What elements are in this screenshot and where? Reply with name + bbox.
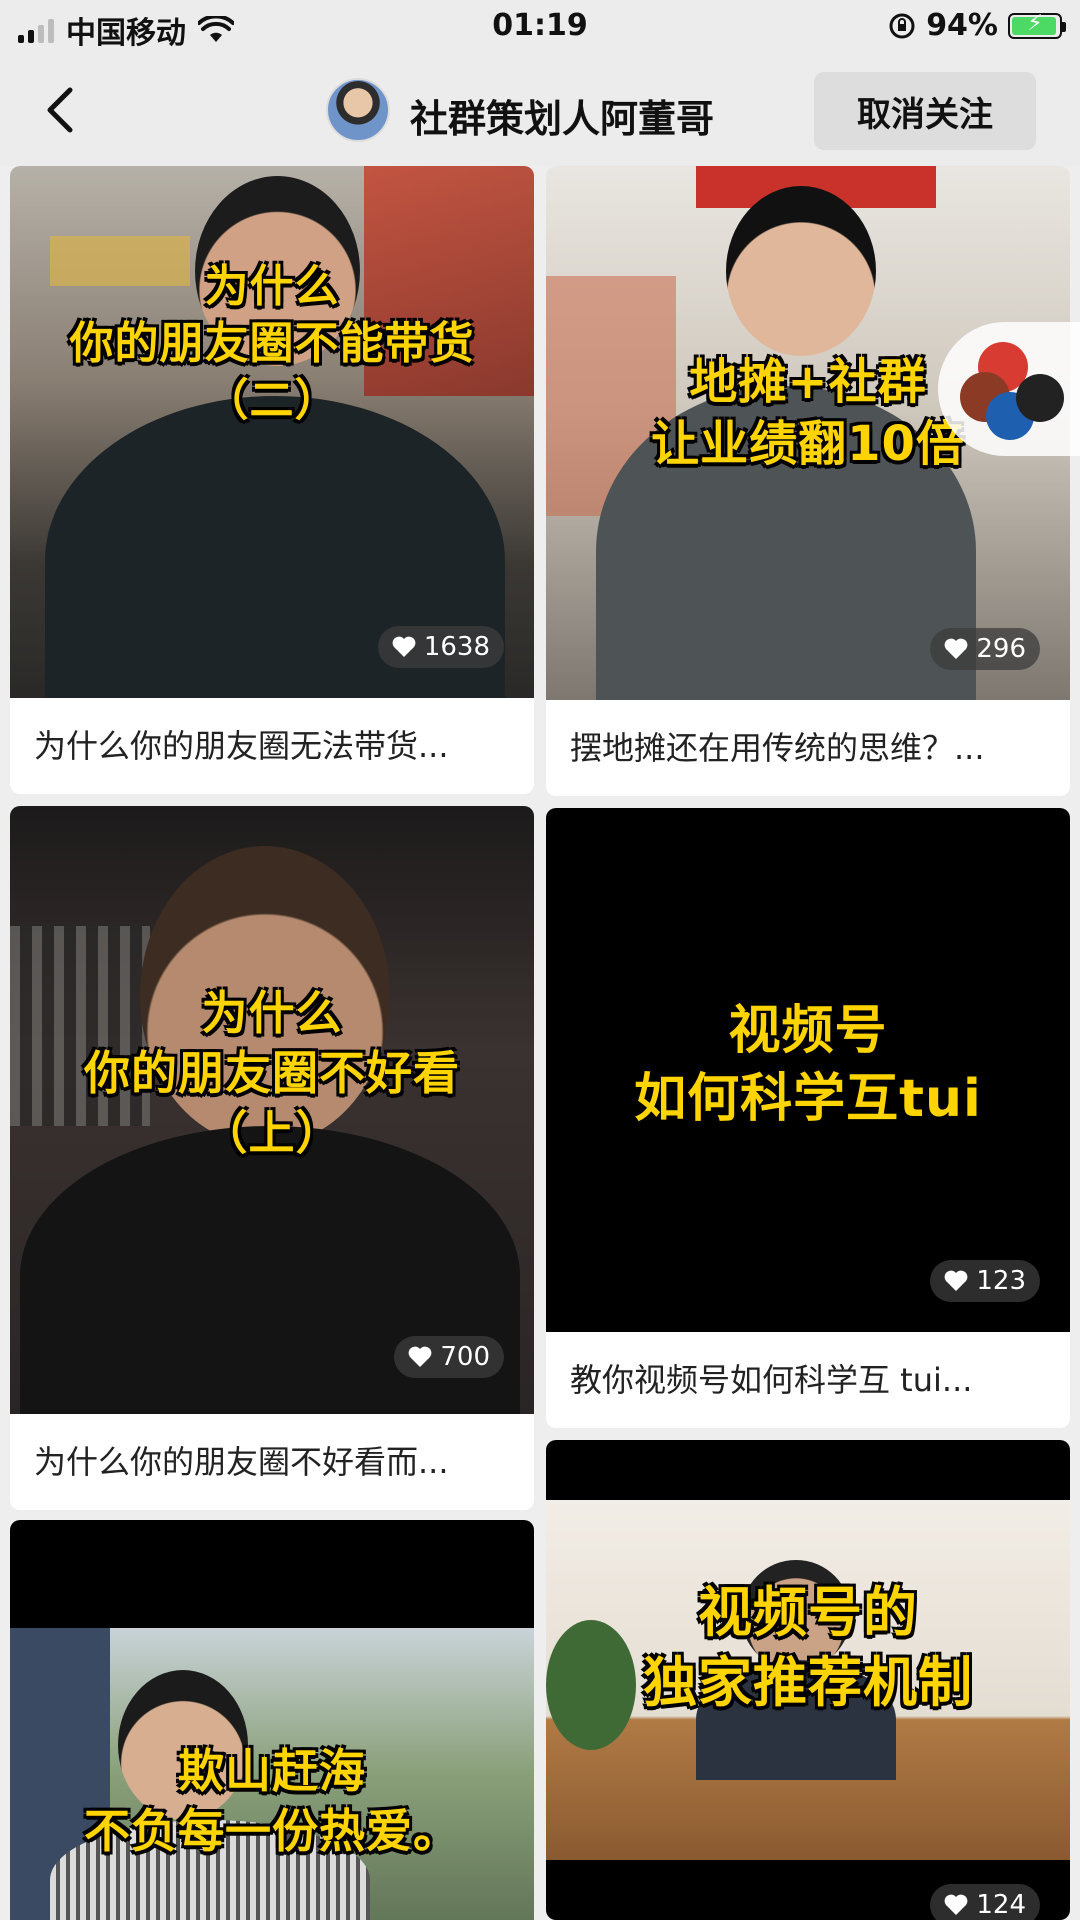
- overlay-line: 如何科学互tui: [634, 1068, 982, 1129]
- overlay-line: 你的朋友圈不能带货: [69, 318, 475, 370]
- status-bar: 中国移动 01:19 94% ⚡: [0, 0, 1080, 56]
- overlay-line: （二）: [204, 375, 340, 427]
- like-count-badge: 123: [930, 1260, 1040, 1302]
- video-caption[interactable]: 教你视频号如何科学互 tui...: [546, 1332, 1070, 1428]
- back-arrow-icon[interactable]: [34, 80, 94, 140]
- video-card[interactable]: 地摊+社群 让业绩翻10倍 296 摆地摊还在用传统的思维？...: [546, 166, 1070, 796]
- overlay-line: 不负每一份热爱。: [84, 1803, 460, 1858]
- video-thumbnail[interactable]: 为什么 你的朋友圈不好看 （上） 700: [10, 806, 534, 1414]
- video-thumbnail[interactable]: 欺山赶海 不负每一份热爱。: [10, 1520, 534, 1920]
- like-count-badge: 296: [930, 628, 1040, 670]
- video-thumbnail[interactable]: 视频号的 独家推荐机制 124: [546, 1440, 1070, 1920]
- heart-icon: [408, 1346, 432, 1367]
- floating-logo-button[interactable]: [938, 322, 1080, 456]
- overlay-line: （上）: [201, 1105, 343, 1160]
- like-count-badge: 700: [394, 1336, 504, 1378]
- heart-icon: [944, 1270, 968, 1291]
- heart-icon: [944, 1894, 968, 1915]
- overlay-line: 为什么: [204, 261, 340, 312]
- video-caption[interactable]: 为什么你的朋友圈无法带货...: [10, 698, 534, 794]
- heart-icon: [392, 636, 416, 657]
- video-card[interactable]: 视频号 如何科学互tui 123 教你视频号如何科学互 tui...: [546, 808, 1070, 1428]
- overlay-line: 欺山赶海: [178, 1744, 366, 1798]
- video-card[interactable]: 视频号的 独家推荐机制 124: [546, 1440, 1070, 1920]
- like-count-badge: 124: [930, 1884, 1040, 1920]
- video-caption[interactable]: 为什么你的朋友圈不好看而...: [10, 1414, 534, 1510]
- overlay-line: 视频号的: [698, 1581, 918, 1644]
- overlay-line: 你的朋友圈不好看: [84, 1045, 460, 1100]
- overlay-line: 独家推荐机制: [643, 1651, 973, 1715]
- video-thumbnail[interactable]: 视频号 如何科学互tui 123: [546, 808, 1070, 1332]
- profile-avatar[interactable]: [326, 78, 390, 142]
- video-card[interactable]: 为什么 你的朋友圈不好看 （上） 700 为什么你的朋友圈不好看而...: [10, 806, 534, 1510]
- like-count-badge: 1638: [377, 626, 504, 668]
- profile-name: 社群策划人阿董哥: [410, 97, 715, 141]
- video-caption[interactable]: 摆地摊还在用传统的思维？...: [546, 700, 1070, 796]
- battery-icon: ⚡: [1008, 11, 1066, 39]
- rotation-lock-icon: [889, 13, 915, 38]
- nav-bar: 社群策划人阿董哥 取消关注: [0, 56, 1080, 166]
- video-card[interactable]: 为什么 你的朋友圈不能带货 （二） 1638 为什么你的朋友圈无法带货...: [10, 166, 534, 794]
- battery-percent: 94%: [926, 8, 998, 43]
- overlay-line: 视频号: [728, 1001, 888, 1061]
- heart-icon: [944, 638, 968, 659]
- video-thumbnail[interactable]: 为什么 你的朋友圈不能带货 （二） 1638: [10, 166, 534, 698]
- video-feed: 为什么 你的朋友圈不能带货 （二） 1638 为什么你的朋友圈无法带货... 地…: [0, 166, 1080, 1920]
- overlay-line: 为什么: [201, 986, 343, 1040]
- video-card[interactable]: 欺山赶海 不负每一份热爱。: [10, 1520, 534, 1920]
- unfollow-button[interactable]: 取消关注: [814, 72, 1036, 150]
